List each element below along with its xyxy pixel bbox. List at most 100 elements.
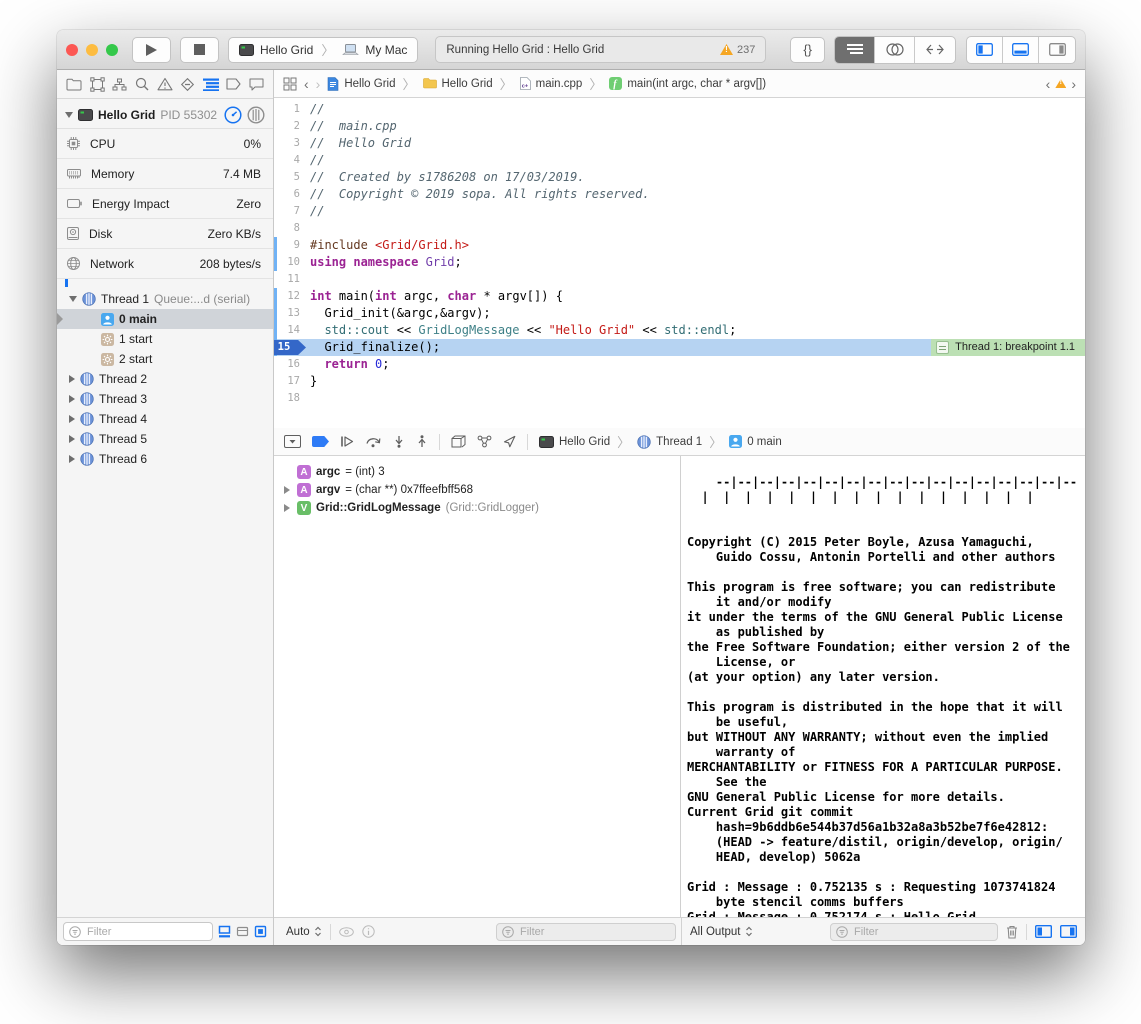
- go-back-button[interactable]: ‹: [304, 76, 309, 92]
- disclosure-triangle-icon[interactable]: [69, 455, 75, 463]
- line-number[interactable]: 3: [274, 135, 310, 152]
- code-line-11[interactable]: 11: [274, 271, 1085, 288]
- line-number[interactable]: 10: [274, 254, 310, 271]
- go-forward-button[interactable]: ›: [316, 76, 321, 92]
- source-control-navigator-tab[interactable]: [90, 77, 105, 92]
- thread-row-thread-2[interactable]: Thread 2: [57, 369, 273, 389]
- breadcrumb-item[interactable]: main.cpp: [536, 78, 583, 90]
- close-window-button[interactable]: [66, 44, 78, 56]
- disclosure-triangle-icon[interactable]: [69, 395, 75, 403]
- console-output-popup[interactable]: All Output: [690, 926, 753, 938]
- code-snippets-button[interactable]: {}: [790, 37, 825, 63]
- next-issue-button[interactable]: ›: [1071, 76, 1076, 92]
- run-button[interactable]: [132, 37, 171, 63]
- gauge-row-cpu[interactable]: CPU0%: [57, 129, 273, 159]
- code-line-1[interactable]: 1//: [274, 101, 1085, 118]
- step-out-button[interactable]: [416, 435, 428, 448]
- debug-navigator-tab[interactable]: [203, 78, 219, 91]
- breadcrumb-item[interactable]: Hello Grid: [344, 78, 395, 90]
- disclosure-triangle-icon[interactable]: [65, 112, 73, 118]
- clear-console-trash-icon[interactable]: [1006, 925, 1018, 939]
- thread-row-thread-6[interactable]: Thread 6: [57, 449, 273, 469]
- scheme-selector[interactable]: Hello Grid 〉 My Mac: [228, 37, 418, 63]
- code-line-13[interactable]: 13 Grid_init(&argc,&argv);: [274, 305, 1085, 322]
- pause-gauges-button[interactable]: [224, 106, 242, 124]
- print-description-icon[interactable]: [362, 925, 375, 938]
- line-number[interactable]: 7: [274, 203, 310, 220]
- gauge-row-network[interactable]: Network208 bytes/s: [57, 249, 273, 279]
- stack-frame-2-start[interactable]: 2 start: [57, 349, 273, 369]
- variable-row-grid-gridlogmessage[interactable]: VGrid::GridLogMessage (Grid::GridLogger): [274, 499, 680, 517]
- console-output[interactable]: --|--|--|--|--|--|--|--|--|--|--|--|--|-…: [682, 456, 1085, 917]
- variables-scope-popup[interactable]: Auto: [286, 926, 322, 938]
- toggle-navigator-button[interactable]: [967, 37, 1003, 63]
- breadcrumb-item[interactable]: 0 main: [747, 436, 782, 448]
- code-line-17[interactable]: 17}: [274, 373, 1085, 390]
- quicklook-eye-icon[interactable]: [339, 927, 354, 937]
- test-navigator-tab[interactable]: [180, 77, 195, 92]
- disclosure-triangle-icon[interactable]: [69, 435, 75, 443]
- breakpoint-annotation[interactable]: Thread 1: breakpoint 1.1: [931, 339, 1085, 356]
- assistant-editor-button[interactable]: [875, 37, 915, 63]
- line-number[interactable]: 13: [274, 305, 310, 322]
- line-number[interactable]: 11: [274, 271, 310, 288]
- process-row[interactable]: Hello Grid PID 55302: [57, 102, 273, 128]
- hide-debug-area-button[interactable]: [284, 435, 301, 448]
- thread-row-thread-3[interactable]: Thread 3: [57, 389, 273, 409]
- code-line-3[interactable]: 3// Hello Grid: [274, 135, 1085, 152]
- line-number[interactable]: 5: [274, 169, 310, 186]
- code-line-14[interactable]: 14 std::cout << GridLogMessage << "Hello…: [274, 322, 1085, 339]
- variables-view[interactable]: Aargc = (int) 3Aargv = (char **) 0x7ffee…: [274, 456, 681, 917]
- previous-issue-button[interactable]: ‹: [1046, 76, 1051, 92]
- warning-count[interactable]: 237: [737, 44, 755, 56]
- gauge-row-memory[interactable]: Memory7.4 MB: [57, 159, 273, 189]
- toggle-inspector-button[interactable]: [1039, 37, 1075, 63]
- thread-row-thread-1[interactable]: Thread 1Queue:...d (serial): [57, 289, 273, 309]
- navigator-filter-field[interactable]: [63, 922, 213, 941]
- debug-view-hierarchy-button[interactable]: [451, 435, 466, 448]
- line-number[interactable]: 6: [274, 186, 310, 203]
- stack-frame-1-start[interactable]: 1 start: [57, 329, 273, 349]
- issue-navigator-tab[interactable]: [157, 77, 173, 91]
- variable-row-argc[interactable]: Aargc = (int) 3: [274, 463, 680, 481]
- line-number[interactable]: 1: [274, 101, 310, 118]
- breakpoints-toggle-button[interactable]: [312, 436, 329, 447]
- zoom-window-button[interactable]: [106, 44, 118, 56]
- disclosure-triangle-icon[interactable]: [282, 504, 292, 512]
- code-line-4[interactable]: 4//: [274, 152, 1085, 169]
- disclosure-triangle-icon[interactable]: [69, 415, 75, 423]
- gauge-row-disk[interactable]: DiskZero KB/s: [57, 219, 273, 249]
- find-navigator-tab[interactable]: [135, 77, 149, 91]
- breakpoint-indicator[interactable]: 15: [274, 340, 306, 355]
- show-recent-threads-button[interactable]: [218, 925, 231, 938]
- report-navigator-tab[interactable]: [249, 78, 264, 91]
- toggle-debug-area-button[interactable]: [1003, 37, 1039, 63]
- code-line-16[interactable]: 16 return 0;: [274, 356, 1085, 373]
- filter-input[interactable]: [852, 925, 992, 939]
- filter-input[interactable]: [518, 925, 670, 939]
- warning-icon[interactable]: [1055, 79, 1066, 88]
- show-running-blocks-button[interactable]: [236, 925, 249, 938]
- code-line-10[interactable]: 10using namespace Grid;: [274, 254, 1085, 271]
- variables-filter-field[interactable]: [496, 923, 676, 941]
- breadcrumb-item[interactable]: Hello Grid: [559, 436, 610, 448]
- code-line-7[interactable]: 7//: [274, 203, 1085, 220]
- code-line-2[interactable]: 2// main.cpp: [274, 118, 1085, 135]
- line-number[interactable]: 16: [274, 356, 310, 373]
- thread-row-thread-5[interactable]: Thread 5: [57, 429, 273, 449]
- disclosure-triangle-icon[interactable]: [69, 375, 75, 383]
- disclosure-triangle-icon[interactable]: [69, 296, 77, 302]
- debug-memory-graph-button[interactable]: [477, 435, 492, 448]
- gauge-row-energy-impact[interactable]: Energy ImpactZero: [57, 189, 273, 219]
- version-editor-button[interactable]: [915, 37, 955, 63]
- code-line-12[interactable]: 12int main(int argc, char * argv[]) {: [274, 288, 1085, 305]
- show-variables-view-button[interactable]: [1035, 925, 1052, 938]
- show-only-crashed-button[interactable]: [254, 925, 267, 938]
- simulate-location-button[interactable]: [503, 435, 516, 448]
- line-number[interactable]: 17: [274, 373, 310, 390]
- show-console-button[interactable]: [1060, 925, 1077, 938]
- stack-frame-0-main[interactable]: 0 main: [57, 309, 273, 329]
- filter-input[interactable]: [85, 925, 207, 939]
- related-items-icon[interactable]: [283, 77, 297, 91]
- code-line-18[interactable]: 18: [274, 390, 1085, 407]
